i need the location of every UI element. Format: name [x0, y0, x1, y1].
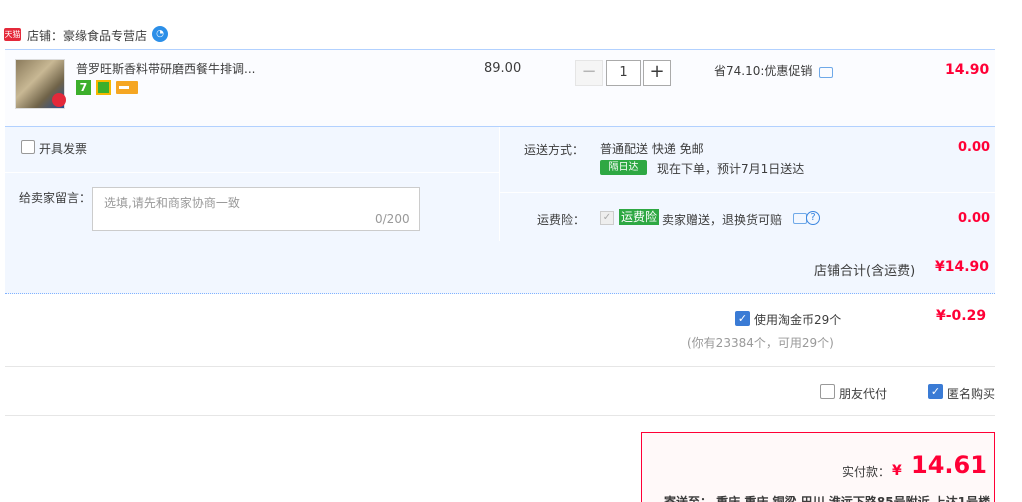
comment-icon[interactable] — [793, 213, 807, 224]
quantity-input[interactable]: 1 — [606, 60, 641, 86]
shop-name[interactable]: 店铺：豪缘食品专营店 — [27, 27, 147, 44]
insurance-text: 卖家赠送，退换货可赔 — [662, 213, 783, 227]
divider — [5, 366, 995, 367]
divider — [500, 192, 995, 193]
friend-pay-checkbox[interactable] — [820, 384, 835, 399]
divider — [5, 415, 995, 416]
item-total-price: 14.90 — [945, 62, 990, 78]
shipping-eta: 现在下单，预计7月1日送达 — [657, 162, 805, 176]
shipping-method[interactable]: 普通配送 快递 免邮 — [600, 140, 704, 157]
insurance-badge: 运费险 — [619, 209, 660, 225]
chat-bubble-icon[interactable]: ◔ — [152, 26, 168, 42]
product-title[interactable]: 普罗旺斯香料带研磨西餐牛排调... — [76, 60, 255, 77]
subtotal-value: ¥14.90 — [935, 259, 990, 275]
friend-pay-label[interactable]: 朋友代付 — [839, 385, 887, 402]
payment-currency: ¥ — [892, 463, 902, 479]
delivery-address: 寄送至： 重庆 重庆 铜梁 巴川 淮远下路85号附近 上达1号楼 — [664, 495, 991, 502]
thumbnail-badge-icon — [52, 93, 66, 107]
invoice-checkbox[interactable] — [21, 140, 35, 154]
insurance-checkbox[interactable]: ✓ — [600, 211, 614, 225]
payment-amount: 14.61 — [911, 451, 987, 479]
use-coins-checkbox[interactable]: ✓ — [735, 311, 750, 326]
coins-discount: ¥-0.29 — [936, 308, 987, 324]
comment-icon[interactable] — [819, 67, 833, 78]
invoice-label[interactable]: 开具发票 — [39, 140, 87, 157]
seven-day-return-icon[interactable]: 7 — [76, 80, 91, 95]
guarantee-icon[interactable] — [96, 80, 111, 95]
anonymous-label[interactable]: 匿名购买 — [947, 385, 995, 402]
credit-card-icon[interactable] — [116, 81, 138, 94]
anonymous-checkbox[interactable]: ✓ — [928, 384, 943, 399]
quantity-increase-button[interactable]: + — [643, 60, 671, 86]
divider — [499, 127, 500, 241]
insurance-label: 运费险： — [537, 213, 586, 227]
use-coins-label[interactable]: 使用淘金币29个 — [754, 311, 841, 328]
coins-note: (你有23384个，可用29个) — [687, 336, 834, 350]
next-day-badge: 隔日达 — [600, 160, 647, 175]
shipping-label: 运送方式： — [524, 143, 585, 157]
message-char-count: 0/200 — [375, 212, 410, 226]
insurance-fee: 0.00 — [958, 211, 991, 226]
message-label: 给卖家留言： — [19, 191, 92, 205]
quantity-decrease-button[interactable]: − — [575, 60, 603, 86]
promotion-info[interactable]: 省74.10:优惠促销 — [714, 62, 812, 79]
message-placeholder: 选填,请先和商家协商一致 — [104, 196, 240, 210]
tmall-badge: 天猫 — [4, 28, 21, 41]
help-icon[interactable]: ? — [806, 211, 820, 225]
unit-price: 89.00 — [484, 61, 522, 76]
subtotal-label: 店铺合计(含运费) — [814, 264, 916, 279]
shipping-fee: 0.00 — [958, 140, 991, 155]
payment-label: 实付款： — [842, 465, 891, 479]
